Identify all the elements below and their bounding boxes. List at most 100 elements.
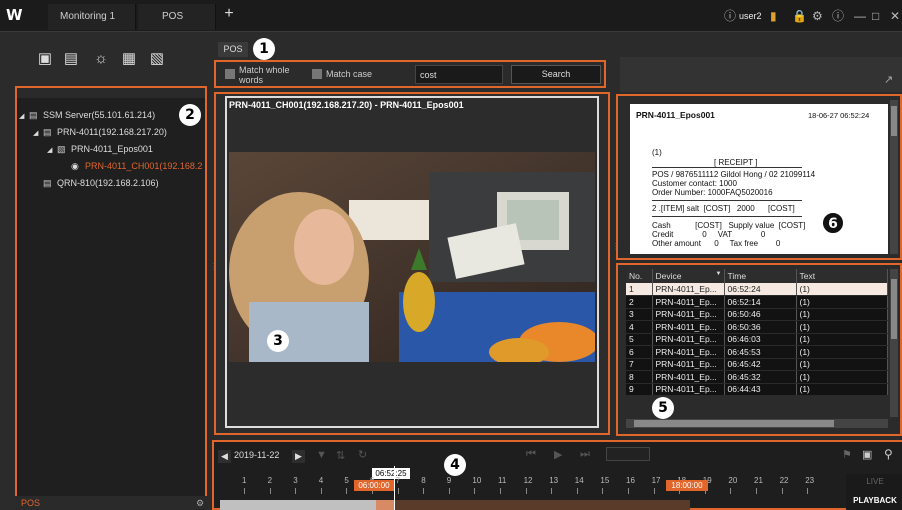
camera-channel-icon: ◉ — [71, 161, 79, 171]
search-bar: Match whole words Match case Search — [214, 60, 606, 88]
hour-tick: 5 — [344, 476, 349, 485]
column-no[interactable]: No. — [626, 269, 653, 283]
search-input[interactable] — [415, 65, 503, 84]
recording-bar-selected[interactable] — [376, 500, 394, 510]
table-row[interactable]: 1 PRN-4011_Ep... 06:52:24 (1) — [626, 283, 888, 296]
tick-line — [781, 488, 783, 494]
tree-item-device2[interactable]: ▤ QRN-810(192.168.2.106) — [43, 178, 159, 189]
tick-line — [320, 488, 322, 494]
cell-time: 06:52:14 — [724, 295, 797, 309]
table-row[interactable]: 8 PRN-4011_Ep... 06:45:32 (1) — [626, 370, 888, 384]
tick-line — [576, 488, 578, 494]
tick-line — [500, 488, 501, 494]
cell-no: 6 — [626, 345, 653, 359]
callout-badge-3: 3 — [267, 330, 289, 352]
hour-tick: 21 — [754, 476, 763, 485]
log-hscrollbar[interactable] — [626, 419, 888, 428]
cell-no: 1 — [626, 283, 653, 296]
cell-device: PRN-4011_Ep... — [652, 295, 725, 309]
table-row[interactable]: 4 PRN-4011_Ep... 06:50:36 (1) — [626, 320, 888, 334]
live-button[interactable]: LIVE — [846, 477, 902, 486]
left-toolbar: ▣ ▤ ☼ ▦ ▧ — [0, 32, 210, 82]
export-icon[interactable]: ↗ — [884, 73, 893, 86]
match-whole-words-label: Match whole words — [239, 65, 290, 85]
range-end-marker[interactable]: 18:00:00 — [666, 480, 708, 491]
video-title: PRN-4011_CH001(192.168.217.20) - PRN-401… — [229, 100, 464, 110]
camera-icon[interactable]: ▣ — [36, 50, 54, 68]
recorder-icon: ▤ — [43, 178, 52, 188]
collapse-icon[interactable]: ◢ — [33, 129, 43, 137]
timeline-ruler[interactable]: 1234567891011121314151617181920212223 — [214, 442, 902, 502]
username[interactable]: user2 — [739, 9, 762, 23]
column-text[interactable]: Text — [796, 269, 888, 283]
column-time[interactable]: Time — [724, 269, 797, 283]
match-whole-words-checkbox[interactable] — [225, 69, 235, 79]
signal-icon: ▮ — [770, 9, 777, 23]
device-tree-panel: ◢ ▤ SSM Server(55.101.61.214) ◢ ▤ PRN-4011(1… — [15, 86, 207, 510]
tick-line — [295, 488, 297, 494]
lock-icon[interactable]: 🔒 — [792, 9, 807, 23]
log-scrollbar[interactable] — [890, 269, 898, 417]
splitter-handle[interactable]: ⋮ — [210, 262, 218, 278]
layout-icon[interactable]: ▦ — [120, 50, 138, 68]
receipt-scrollbar[interactable] — [890, 100, 898, 254]
gear-icon[interactable]: ⚙ — [196, 498, 204, 509]
pos-panel-tab[interactable]: POS — [218, 42, 248, 57]
table-row[interactable]: 5 PRN-4011_Ep... 06:46:03 (1) — [626, 333, 888, 346]
cell-text: (1) — [796, 295, 888, 309]
hour-tick: 13 — [549, 476, 559, 485]
tree-item-channel[interactable]: ◉ PRN-4011_CH001(192.168.2 — [71, 161, 202, 172]
info-icon[interactable]: ⓘ — [832, 9, 844, 23]
video-viewport[interactable]: PRN-4011_CH001(192.168.217.20) - PRN-401… — [225, 96, 599, 428]
table-row[interactable]: 3 PRN-4011_Ep... 06:50:46 (1) — [626, 308, 888, 321]
playhead[interactable] — [394, 466, 395, 510]
event-icon[interactable]: ☼ — [92, 50, 110, 68]
collapse-icon[interactable]: ◢ — [19, 112, 29, 120]
collapse-icon[interactable]: ◢ — [47, 146, 57, 154]
receipt-time: 18-06-27 06:52:24 — [808, 111, 870, 120]
cell-device: PRN-4011_Ep... — [652, 358, 725, 371]
recording-bar-event[interactable] — [394, 500, 690, 510]
table-row[interactable]: 7 PRN-4011_Ep... 06:45:42 (1) — [626, 358, 888, 371]
tab-monitoring[interactable]: Monitoring 1 — [48, 4, 136, 30]
minimize-icon[interactable]: — — [854, 9, 866, 23]
match-case-checkbox[interactable] — [312, 69, 322, 79]
close-icon[interactable]: ✕ — [890, 9, 900, 23]
playback-button[interactable]: PLAYBACK — [846, 496, 902, 505]
column-device[interactable]: Device ▼ — [652, 269, 725, 283]
user-icon[interactable]: ⓘ — [724, 9, 736, 23]
hour-tick: 12 — [523, 476, 533, 485]
table-row[interactable]: 6 PRN-4011_Ep... 06:45:53 (1) — [626, 345, 888, 359]
add-tab-button[interactable]: + — [220, 6, 238, 24]
tick-line — [551, 488, 553, 494]
tree-item-pos[interactable]: ◢ ▧ PRN-4011_Epos001 — [47, 144, 153, 155]
cell-time: 06:45:42 — [724, 358, 797, 371]
splitter-handle[interactable]: ⋮ — [612, 242, 620, 258]
table-row[interactable]: 2 PRN-4011_Ep... 06:52:14 (1) — [626, 295, 888, 309]
maximize-icon[interactable]: □ — [872, 9, 879, 23]
hour-tick: 8 — [421, 476, 426, 485]
cell-time: 06:44:43 — [724, 383, 797, 396]
recording-bar[interactable] — [220, 500, 376, 510]
tab-pos[interactable]: POS — [138, 4, 216, 30]
cell-no: 4 — [626, 320, 653, 334]
settings-icon[interactable]: ⚙ — [812, 9, 823, 23]
tree-item-nvr[interactable]: ◢ ▤ PRN-4011(192.168.217.20) — [33, 127, 167, 138]
recorder-icon: ▤ — [43, 127, 52, 137]
search-button[interactable]: Search — [511, 65, 601, 84]
hour-tick: 1 — [242, 476, 247, 485]
cell-text: (1) — [796, 308, 888, 321]
app-logo: W — [6, 6, 23, 24]
receipt-viewer: PRN-4011_Epos001 18-06-27 06:52:24 (1) [… — [630, 104, 888, 254]
tree-item-server[interactable]: ◢ ▤ SSM Server(55.101.61.214) — [19, 110, 155, 121]
pos-icon[interactable]: ▤ — [62, 50, 80, 68]
cell-text: (1) — [796, 320, 888, 334]
cell-time: 06:45:32 — [724, 370, 797, 384]
table-row[interactable]: 9 PRN-4011_Ep... 06:44:43 (1) — [626, 383, 888, 396]
cell-time: 06:46:03 — [724, 333, 797, 346]
tick-line — [525, 488, 527, 494]
receipt-line: 2 .[ITEM] salt [COST] 2000 [COST] — [652, 204, 795, 213]
range-start-marker[interactable]: 06:00:00 — [354, 480, 394, 491]
sequence-icon[interactable]: ▧ — [148, 50, 166, 68]
tick-line — [423, 488, 425, 494]
